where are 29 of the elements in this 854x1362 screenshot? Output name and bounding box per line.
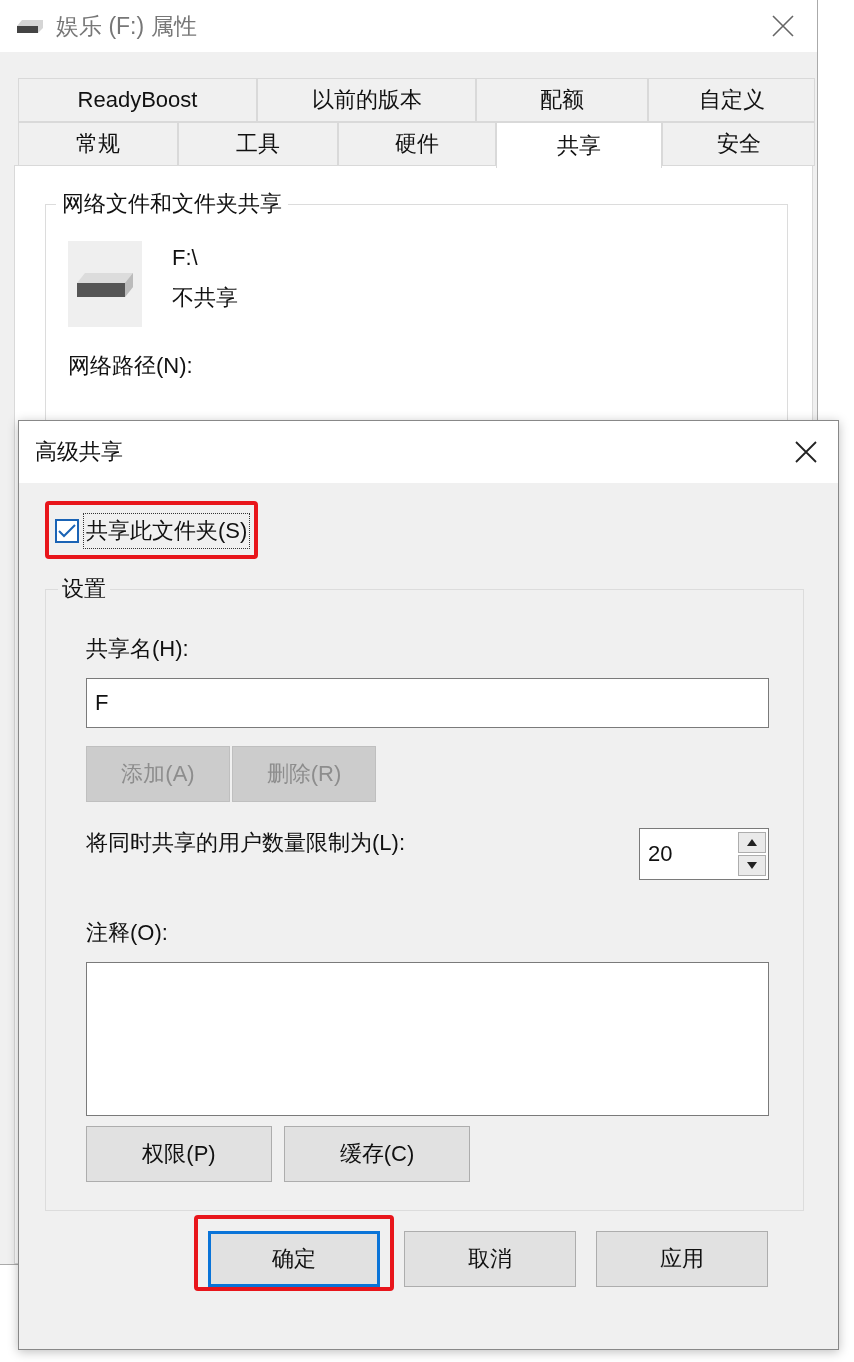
user-limit-label: 将同时共享的用户数量限制为(L): xyxy=(86,829,405,857)
tab[interactable]: 常规 xyxy=(18,122,178,166)
drive-icon xyxy=(68,241,142,327)
tab[interactable]: 配额 xyxy=(476,78,648,122)
comment-field[interactable] xyxy=(86,962,769,1116)
user-limit-spinner[interactable]: 20 xyxy=(639,828,769,880)
window-title: 娱乐 (F:) 属性 xyxy=(56,11,198,41)
drive-icon xyxy=(16,18,44,34)
share-name-label: 共享名(H): xyxy=(86,635,190,663)
share-name-field[interactable]: F xyxy=(86,678,769,728)
tab[interactable]: ReadyBoost xyxy=(18,78,257,122)
dialog-title: 高级共享 xyxy=(35,438,124,466)
tab[interactable]: 安全 xyxy=(662,122,815,166)
button[interactable]: 权限(P) xyxy=(86,1126,272,1182)
button[interactable]: 应用 xyxy=(596,1231,768,1287)
drive-name: F:\ xyxy=(172,245,199,271)
checkbox-label: 共享此文件夹(S) xyxy=(83,513,251,549)
comment-label: 注释(O): xyxy=(86,919,169,947)
share-status: 不共享 xyxy=(172,284,238,312)
button[interactable]: 确定 xyxy=(208,1231,380,1287)
button[interactable]: 缓存(C) xyxy=(284,1126,470,1182)
tab[interactable]: 硬件 xyxy=(338,122,496,166)
tab[interactable]: 自定义 xyxy=(648,78,815,122)
tab[interactable]: 工具 xyxy=(178,122,338,166)
tab[interactable]: 以前的版本 xyxy=(257,78,476,122)
tab[interactable]: 共享 xyxy=(496,122,662,168)
network-path-label: 网络路径(N): xyxy=(68,352,194,380)
checkbox[interactable] xyxy=(55,519,79,543)
button[interactable]: 取消 xyxy=(404,1231,576,1287)
